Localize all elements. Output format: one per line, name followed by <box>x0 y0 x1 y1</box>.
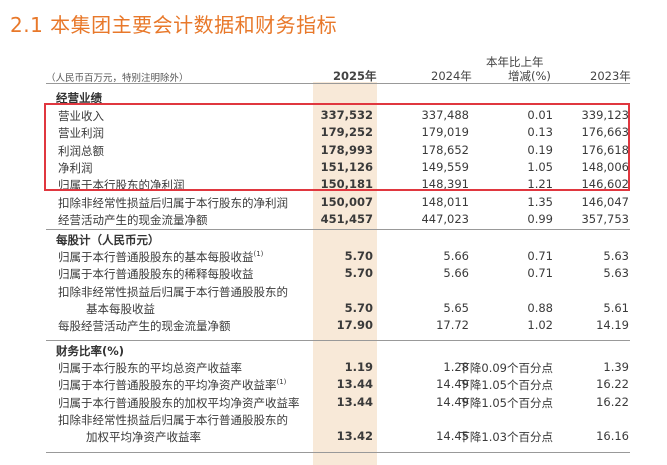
row-label: 基本每股收益 <box>86 301 155 316</box>
section-divider <box>46 340 630 341</box>
value-change: 1.35 <box>527 194 553 209</box>
value-2025: 5.70 <box>344 266 373 281</box>
page-title: 2.1 本集团主要会计数据和财务指标 <box>10 13 338 37</box>
table-row: 扣除非经常性损益后归属于本行股东的净利润 150,007 148,011 1.35 14… <box>0 195 667 212</box>
footnote-marker: (1) <box>253 250 264 259</box>
value-change: 0.71 <box>527 266 553 281</box>
table-row: 归属于本行股东的平均总资产收益率 1.19 1.28 下降0.09个百分点 1.39 <box>0 360 667 377</box>
value-2023: 16.22 <box>596 377 629 392</box>
value-2024: 5.66 <box>443 266 469 281</box>
value-2023: 16.22 <box>596 394 629 409</box>
value-2025: 5.70 <box>344 249 373 263</box>
value-2025: 451,457 <box>320 211 373 226</box>
table-row: 归属于本行普通股股东的基本每股收益(1) 5.70 5.66 0.71 5.63 <box>0 249 667 266</box>
value-2025: 150,007 <box>320 194 373 209</box>
row-label: 归属于本行普通股股东的基本每股收益(1) <box>58 250 264 264</box>
row-label: 归属于本行普通股股东的加权平均净资产收益率 <box>58 395 300 410</box>
value-change: 0.99 <box>527 211 553 226</box>
value-change: 下降1.05个百分点 <box>458 395 553 410</box>
value-2025: 17.90 <box>336 318 373 333</box>
table-row: 扣除非经常性损益后归属于本行普通股股东的 <box>0 284 667 301</box>
row-label: 加权平均净资产收益率 <box>86 430 201 445</box>
value-2024: 447,023 <box>421 211 469 226</box>
table-row: 扣除非经常性损益后归属于本行普通股股东的 <box>0 412 667 429</box>
table-row: 加权平均净资产收益率 13.42 14.45 下降1.03个百分点 16.16 <box>0 429 667 446</box>
row-label: 归属于本行股东的平均总资产收益率 <box>58 361 242 375</box>
value-change: 下降1.05个百分点 <box>458 378 553 393</box>
value-2024: 17.72 <box>436 318 469 333</box>
value-2023: 5.63 <box>603 266 629 281</box>
table-row: 基本每股收益 5.70 5.65 0.88 5.61 <box>0 301 667 318</box>
value-2023: 146,047 <box>581 194 629 209</box>
value-2023: 14.19 <box>596 318 629 333</box>
value-2023: 5.61 <box>603 300 629 315</box>
row-label: 扣除非经常性损益后归属于本行普通股股东的 <box>58 284 288 299</box>
footnote-marker: (1) <box>276 378 287 387</box>
table-row: 归属于本行普通股股东的加权平均净资产收益率 13.44 14.49 下降1.05个百分… <box>0 395 667 412</box>
value-2023: 357,753 <box>581 211 629 226</box>
row-label: 每股经营活动产生的现金流量净额 <box>58 319 231 334</box>
header-2024: 2024年 <box>431 69 472 83</box>
row-label: 归属于本行普通股股东的稀释每股收益 <box>58 267 254 282</box>
value-change: 1.02 <box>527 318 553 333</box>
unit-note: （人民币百万元，特别注明除外） <box>46 73 189 84</box>
table-row: 每股经营活动产生的现金流量净额 17.90 17.72 1.02 14.19 <box>0 318 667 335</box>
row-label: 扣除非经常性损益后归属于本行股东的净利润 <box>58 195 288 210</box>
value-2023: 1.39 <box>603 360 629 374</box>
section-heading: 财务比率(%) <box>56 344 125 358</box>
value-2025: 13.44 <box>336 377 373 392</box>
value-2024: 148,011 <box>421 194 469 209</box>
row-label: 归属于本行普通股股东的平均净资产收益率(1) <box>58 378 287 393</box>
value-2025: 13.42 <box>336 429 373 444</box>
value-change: 0.71 <box>527 249 553 263</box>
header-change-line2: 增减(%) <box>508 69 551 83</box>
table-bottom-rule <box>46 452 630 453</box>
header-2023: 2023年 <box>590 69 631 83</box>
value-2025: 13.44 <box>336 394 373 409</box>
table-row: 归属于本行普通股股东的稀释每股收益 5.70 5.66 0.71 5.63 <box>0 266 667 283</box>
value-2024: 5.66 <box>443 249 469 263</box>
row-label: 扣除非经常性损益后归属于本行普通股股东的 <box>58 412 288 427</box>
value-2024: 5.65 <box>443 300 469 315</box>
table-row: 经营活动产生的现金流量净额 451,457 447,023 0.99 357,753 <box>0 212 667 229</box>
value-change: 下降1.03个百分点 <box>458 430 553 445</box>
section-divider <box>46 229 630 230</box>
value-2023: 16.16 <box>596 429 629 444</box>
table-row: 归属于本行普通股股东的平均净资产收益率(1) 13.44 14.49 下降1.05个百… <box>0 377 667 394</box>
value-2023: 5.63 <box>603 249 629 263</box>
value-2025: 5.70 <box>344 300 373 315</box>
value-2025: 1.19 <box>344 360 373 374</box>
value-change: 0.88 <box>527 300 553 315</box>
section-heading: 每股计（人民币元） <box>56 233 160 247</box>
value-change: 下降0.09个百分点 <box>458 361 553 375</box>
header-divider <box>46 83 630 84</box>
row-label: 经营活动产生的现金流量净额 <box>58 212 208 227</box>
highlight-box <box>44 103 630 191</box>
